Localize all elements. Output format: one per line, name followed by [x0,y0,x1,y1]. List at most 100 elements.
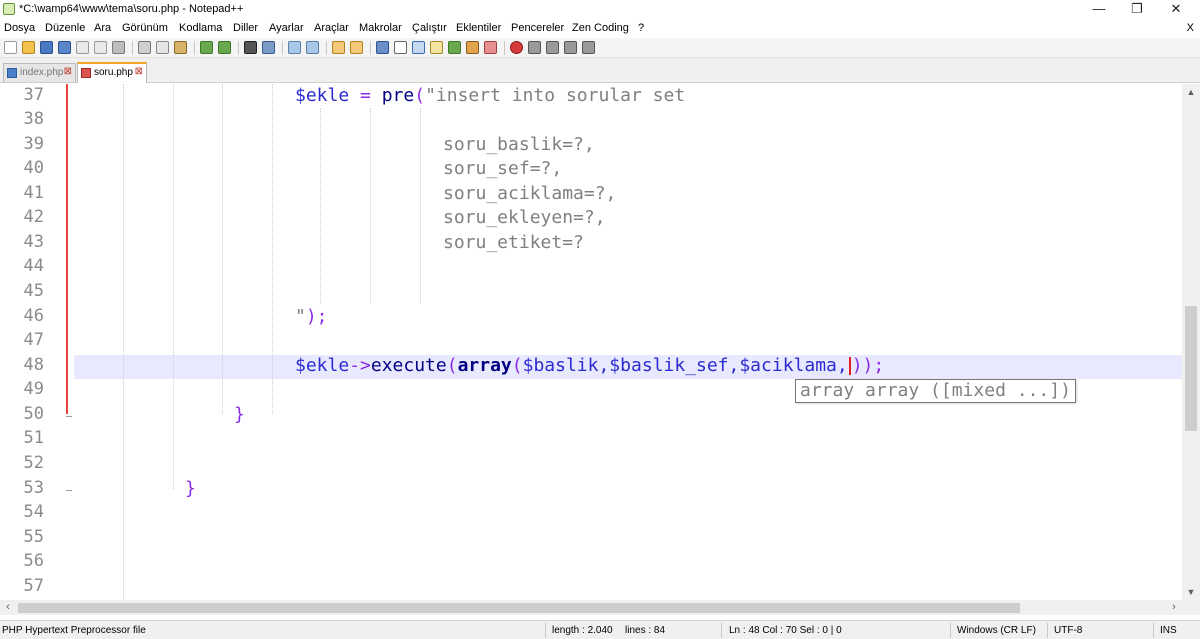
code-token: $baslik,$baslik_sef,$aciklama, [522,355,848,376]
scroll-up-icon[interactable]: ▲ [1182,87,1200,97]
tab-close-icon[interactable]: ⊠ [135,66,143,77]
vertical-scroll-thumb[interactable] [1185,306,1197,431]
code-line-37: $ekle = pre("insert into sorular set [295,84,685,108]
paste-icon[interactable] [174,41,187,54]
toolbar-separator [282,41,283,55]
word-wrap-icon[interactable] [376,41,389,54]
line-number: 43 [23,232,44,252]
close-icon[interactable] [76,41,89,54]
code-token: $ekle [295,355,350,376]
status-separator [545,623,546,638]
indent-guide-icon[interactable] [412,41,425,54]
change-history-bar [66,84,68,414]
line-number: 38 [23,109,44,129]
replace-icon[interactable] [262,41,275,54]
horizontal-scroll-thumb[interactable] [18,603,1020,613]
restore-button[interactable]: ❐ [1117,0,1157,20]
record-icon[interactable] [510,41,523,54]
code-line-53: } [185,478,196,499]
code-token: $ekle [295,85,350,106]
close-window-button[interactable]: ✕ [1156,0,1196,20]
line-number: 50 [23,404,44,424]
cut-icon[interactable] [138,41,151,54]
toolbar-separator [194,41,195,55]
code-line-39: soru_baslik=?, [443,134,595,155]
status-eol: Windows (CR LF) [957,625,1036,636]
status-separator [721,623,722,638]
save-icon[interactable] [40,41,53,54]
close-document-button[interactable]: X [1187,22,1194,34]
save-macro-icon[interactable] [582,41,595,54]
indent-guide [420,108,421,304]
undo-icon[interactable] [200,41,213,54]
redo-icon[interactable] [218,41,231,54]
new-icon[interactable] [4,41,17,54]
menu-kodlama[interactable]: Kodlama [179,22,222,34]
line-number: 57 [23,576,44,596]
stop-icon[interactable] [528,41,541,54]
copy-icon[interactable] [156,41,169,54]
close-all-icon[interactable] [94,41,107,54]
menu-gorunum[interactable]: Görünüm [122,22,168,34]
menu-help[interactable]: ? [638,22,644,34]
status-file-type: PHP Hypertext Preprocessor file [2,625,146,636]
code-token: = [349,85,382,106]
tab-label: index.php [20,67,64,78]
print-icon[interactable] [112,41,125,54]
code-token: ( [414,85,426,106]
folder-icon[interactable] [466,41,479,54]
menu-duzenle[interactable]: Düzenle [45,22,85,34]
run-multiple-icon[interactable] [564,41,577,54]
save-all-icon[interactable] [58,41,71,54]
menu-calistir[interactable]: Çalıştır [412,22,447,34]
tab-close-icon[interactable]: ⊠ [64,66,72,77]
zoom-out-icon[interactable] [306,41,319,54]
status-separator [950,623,951,638]
menu-araclar[interactable]: Araçlar [314,22,349,34]
tab-bar: index.php ⊠ soru.php ⊠ [0,58,1200,83]
show-all-icon[interactable] [394,41,407,54]
sync-h-icon[interactable] [350,41,363,54]
menu-ayarlar[interactable]: Ayarlar [269,22,304,34]
menu-pencereler[interactable]: Pencereler [511,22,564,34]
code-line-41: soru_aciklama=?, [443,183,617,204]
sync-v-icon[interactable] [332,41,345,54]
minimize-button[interactable]: — [1079,0,1119,20]
code-editor[interactable]: 37 38 39 40 41 42 43 44 45 46 47 48 49 5… [0,84,1200,600]
find-icon[interactable] [244,41,257,54]
status-position: Ln : 48 Col : 70 Sel : 0 | 0 [729,625,842,636]
vertical-scrollbar[interactable]: ▲ ▼ [1182,84,1200,600]
toolbar-separator [370,41,371,55]
tab-index-php[interactable]: index.php ⊠ [3,63,76,82]
scroll-right-icon[interactable]: › [1166,600,1182,615]
function-list-icon[interactable] [448,41,461,54]
code-line-42: soru_ekleyen=?, [443,207,606,228]
status-encoding: UTF-8 [1054,625,1083,636]
title-bar: *C:\wamp64\www\tema\soru.php - Notepad++… [0,0,1200,20]
code-token: " [295,306,306,327]
line-number-gutter: 37 38 39 40 41 42 43 44 45 46 47 48 49 5… [0,84,66,600]
line-number: 39 [23,134,44,154]
open-icon[interactable] [22,41,35,54]
monitor-icon[interactable] [484,41,497,54]
menu-diller[interactable]: Diller [233,22,258,34]
scroll-left-icon[interactable]: ‹ [0,600,16,615]
tab-soru-php[interactable]: soru.php ⊠ [77,62,147,83]
status-insert-mode: INS [1160,625,1177,636]
doc-map-icon[interactable] [430,41,443,54]
menu-eklentiler[interactable]: Eklentiler [456,22,501,34]
menu-makrolar[interactable]: Makrolar [359,22,402,34]
zoom-in-icon[interactable] [288,41,301,54]
menu-bar: Dosya Düzenle Ara Görünüm Kodlama Diller… [0,20,1200,38]
play-icon[interactable] [546,41,559,54]
menu-dosya[interactable]: Dosya [4,22,35,34]
menu-zen-coding[interactable]: Zen Coding [572,22,629,34]
scroll-down-icon[interactable]: ▼ [1182,587,1200,597]
status-length: length : 2.040 [552,625,613,636]
line-number: 49 [23,379,44,399]
menu-ara[interactable]: Ara [94,22,111,34]
toolbar-separator [504,41,505,55]
window-title: *C:\wamp64\www\tema\soru.php - Notepad++ [19,3,244,15]
line-number: 37 [23,85,44,105]
horizontal-scrollbar[interactable]: ‹ › [0,600,1182,615]
